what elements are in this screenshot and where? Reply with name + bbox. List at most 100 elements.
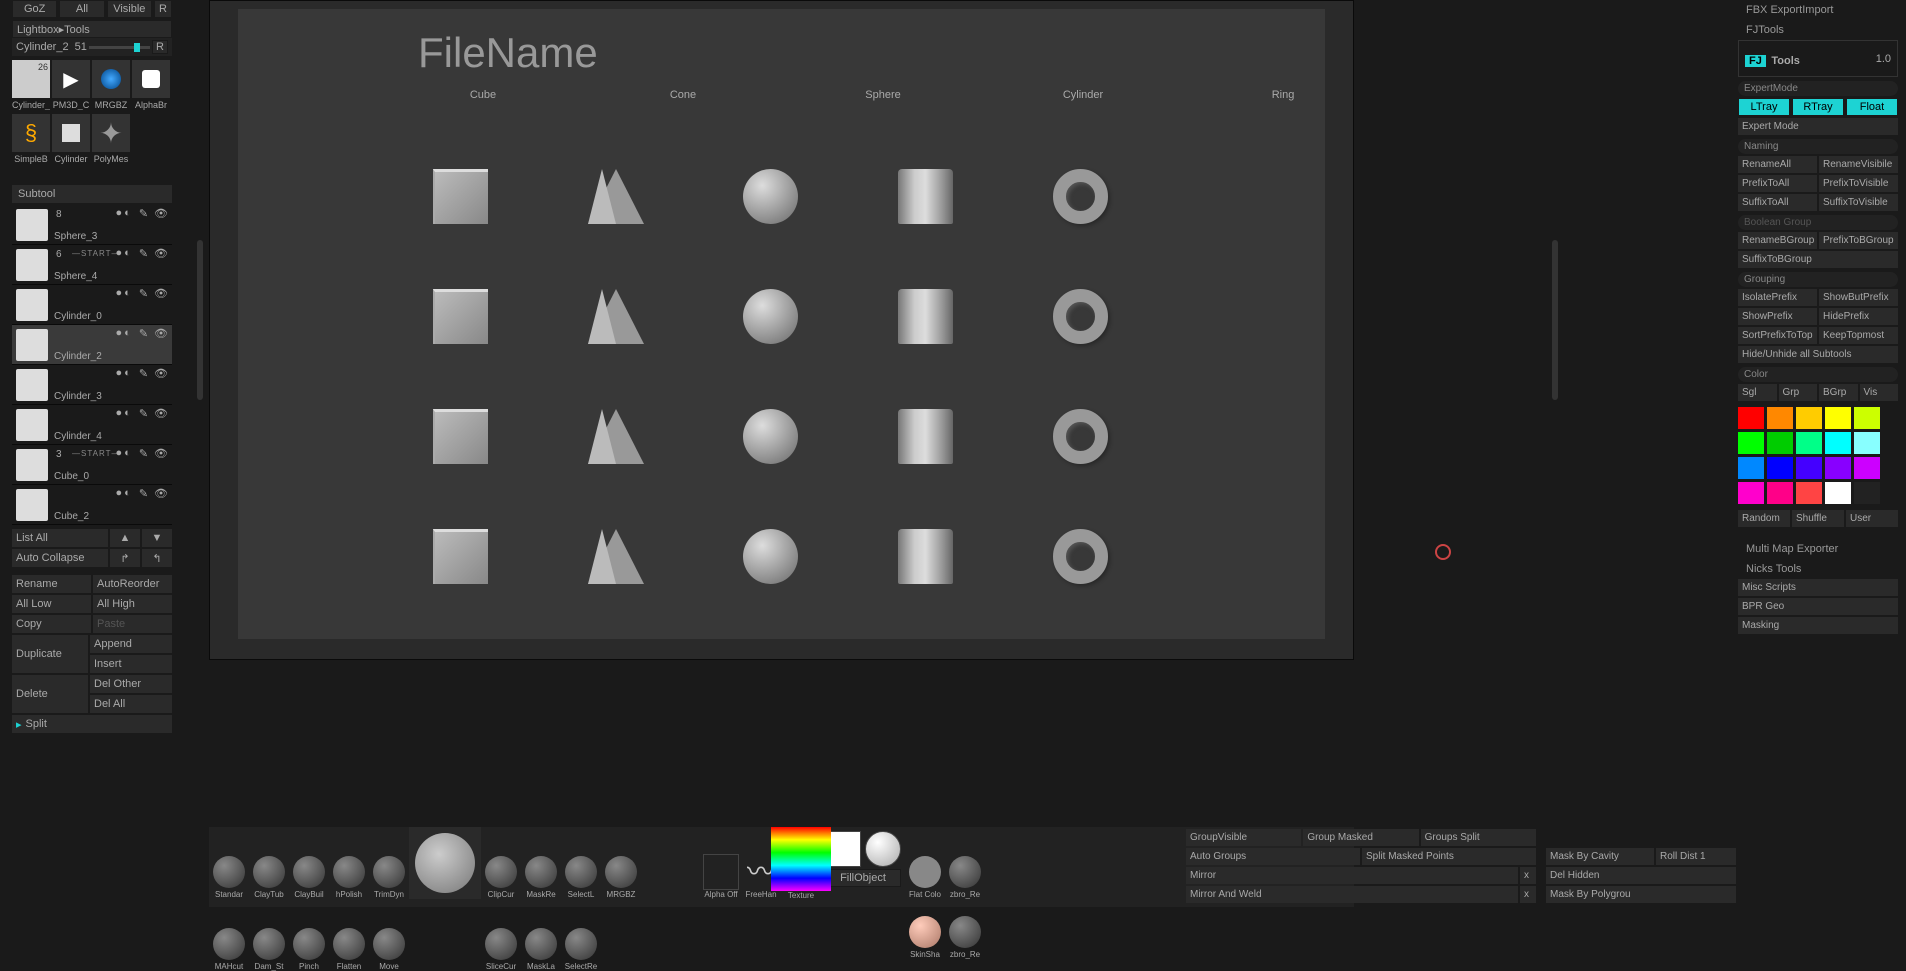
- color-swatch[interactable]: [1767, 482, 1793, 504]
- brush-selectre[interactable]: SelectRe: [561, 899, 601, 971]
- tool-thumb-0[interactable]: 26: [12, 60, 50, 98]
- zbro2-mat[interactable]: zbro_Re: [945, 887, 985, 959]
- allhigh-button[interactable]: All High: [93, 595, 172, 613]
- prefvis-button[interactable]: PrefixToVisible: [1819, 175, 1898, 192]
- visible-button[interactable]: Visible: [107, 0, 152, 18]
- autogroups-button[interactable]: Auto Groups: [1186, 848, 1360, 865]
- rolldist-button[interactable]: Roll Dist 1: [1656, 848, 1736, 865]
- sphere-mesh[interactable]: [743, 169, 803, 229]
- skin-mat[interactable]: SkinSha: [905, 887, 945, 959]
- material-swatch[interactable]: [865, 831, 901, 867]
- sphere-mesh[interactable]: [743, 529, 803, 589]
- tool-thumb-2[interactable]: [92, 60, 130, 98]
- groupmasked-button[interactable]: Group Masked: [1303, 829, 1418, 846]
- isopref-button[interactable]: IsolatePrefix: [1738, 289, 1817, 306]
- sortpref-button[interactable]: SortPrefixToTop: [1738, 327, 1817, 344]
- sufvis-button[interactable]: SuffixToVisible: [1819, 194, 1898, 211]
- tool-thumb-5[interactable]: [52, 114, 90, 152]
- subtool-item-2[interactable]: Cylinder_0 ●◐✎👁: [12, 285, 172, 325]
- delall-button[interactable]: Del All: [90, 695, 172, 713]
- brush-maskre[interactable]: MaskRe: [521, 827, 561, 899]
- random-button[interactable]: Random: [1738, 510, 1790, 527]
- groupssplit-button[interactable]: Groups Split: [1421, 829, 1536, 846]
- color-swatch[interactable]: [1854, 482, 1880, 504]
- color-swatch[interactable]: [1825, 432, 1851, 454]
- brush-hpolish[interactable]: hPolish: [329, 827, 369, 899]
- color-swatch[interactable]: [1825, 457, 1851, 479]
- ring-mesh[interactable]: [1053, 289, 1113, 349]
- autocollapse-button[interactable]: Auto Collapse: [12, 549, 108, 567]
- color-swatch[interactable]: [1767, 407, 1793, 429]
- sphere-mesh[interactable]: [743, 409, 803, 469]
- hideall-button[interactable]: Hide/Unhide all Subtools: [1738, 346, 1898, 363]
- color-swatch[interactable]: [1854, 407, 1880, 429]
- cube-mesh[interactable]: [433, 169, 493, 229]
- axis-x2[interactable]: x: [1520, 886, 1536, 903]
- ring-mesh[interactable]: [1053, 409, 1113, 469]
- user-button[interactable]: User: [1846, 510, 1898, 527]
- cyl-mesh[interactable]: [898, 529, 958, 589]
- tool-thumb-4[interactable]: §: [12, 114, 50, 152]
- cube-mesh[interactable]: [433, 289, 493, 349]
- brush-slicecur[interactable]: SliceCur: [481, 899, 521, 971]
- color-swatch[interactable]: [1767, 432, 1793, 454]
- duplicate-button[interactable]: Duplicate: [12, 635, 88, 673]
- color-swatch[interactable]: [1796, 432, 1822, 454]
- delother-button[interactable]: Del Other: [90, 675, 172, 693]
- down-button[interactable]: ▼: [142, 529, 172, 547]
- active-brush[interactable]: [409, 827, 481, 899]
- brush-flatten[interactable]: Flatten: [329, 899, 369, 971]
- sphere-mesh[interactable]: [743, 289, 803, 349]
- axis-x[interactable]: x: [1520, 867, 1536, 884]
- left-scroll[interactable]: [197, 240, 203, 400]
- brush-move[interactable]: Move: [369, 899, 409, 971]
- brush-mrgbz[interactable]: MRGBZ: [601, 827, 641, 899]
- cone-mesh[interactable]: [588, 529, 648, 589]
- prefall-button[interactable]: PrefixToAll: [1738, 175, 1817, 192]
- ltray-button[interactable]: LTray: [1738, 98, 1790, 116]
- bgrp-button[interactable]: BGrp: [1819, 384, 1858, 401]
- renameall-button[interactable]: RenameAll: [1738, 156, 1817, 173]
- cyl-mesh[interactable]: [898, 169, 958, 229]
- lightbox-button[interactable]: Lightbox▸Tools: [12, 20, 172, 38]
- delete-button[interactable]: Delete: [12, 675, 88, 713]
- slider-r-button[interactable]: R: [152, 40, 168, 54]
- brush-standar[interactable]: Standar: [209, 827, 249, 899]
- autoreorder-button[interactable]: AutoReorder: [93, 575, 172, 593]
- up-button[interactable]: ▲: [110, 529, 140, 547]
- maskpoly-button[interactable]: Mask By Polygrou: [1546, 886, 1736, 903]
- color-swatch[interactable]: [1738, 432, 1764, 454]
- multimap-header[interactable]: Multi Map Exporter: [1738, 539, 1898, 559]
- keeptop-button[interactable]: KeepTopmost: [1819, 327, 1898, 344]
- color-swatch[interactable]: [1796, 482, 1822, 504]
- sufall-button[interactable]: SuffixToAll: [1738, 194, 1817, 211]
- color-swatch[interactable]: [1738, 482, 1764, 504]
- nicks-header[interactable]: Nicks Tools: [1738, 559, 1898, 579]
- splitmask-button[interactable]: Split Masked Points: [1362, 848, 1536, 865]
- maskcavity-button[interactable]: Mask By Cavity: [1546, 848, 1654, 865]
- brush-pinch[interactable]: Pinch: [289, 899, 329, 971]
- sgl-button[interactable]: Sgl: [1738, 384, 1777, 401]
- fbx-header[interactable]: FBX ExportImport: [1738, 0, 1898, 20]
- prev-button[interactable]: ↰: [142, 549, 172, 567]
- hidepref-button[interactable]: HidePrefix: [1819, 308, 1898, 325]
- goz-button[interactable]: GoZ: [12, 0, 57, 18]
- color-swatch[interactable]: [1738, 407, 1764, 429]
- subtool-header[interactable]: Subtool: [12, 185, 172, 203]
- subtool-item-3[interactable]: Cylinder_2 ●◐✎👁: [12, 325, 172, 365]
- fillobject-button[interactable]: FillObject: [825, 869, 901, 887]
- ring-mesh[interactable]: [1053, 169, 1113, 229]
- vis-button[interactable]: Vis: [1860, 384, 1899, 401]
- subtool-item-7[interactable]: Cube_2 ●◐✎👁: [12, 485, 172, 525]
- right-scroll[interactable]: [1552, 240, 1558, 400]
- append-button[interactable]: Append: [90, 635, 172, 653]
- subtool-item-5[interactable]: Cylinder_4 ●◐✎👁: [12, 405, 172, 445]
- cube-mesh[interactable]: [433, 529, 493, 589]
- delhidden-button[interactable]: Del Hidden: [1546, 867, 1736, 884]
- float-button[interactable]: Float: [1846, 98, 1898, 116]
- color-swatch[interactable]: [1854, 457, 1880, 479]
- subtool-item-1[interactable]: 6 —START— Sphere_4 ●◐✎👁: [12, 245, 172, 285]
- mirrorweld-button[interactable]: Mirror And Weld: [1186, 886, 1518, 903]
- rename-button[interactable]: Rename: [12, 575, 91, 593]
- mirror-button[interactable]: Mirror: [1186, 867, 1518, 884]
